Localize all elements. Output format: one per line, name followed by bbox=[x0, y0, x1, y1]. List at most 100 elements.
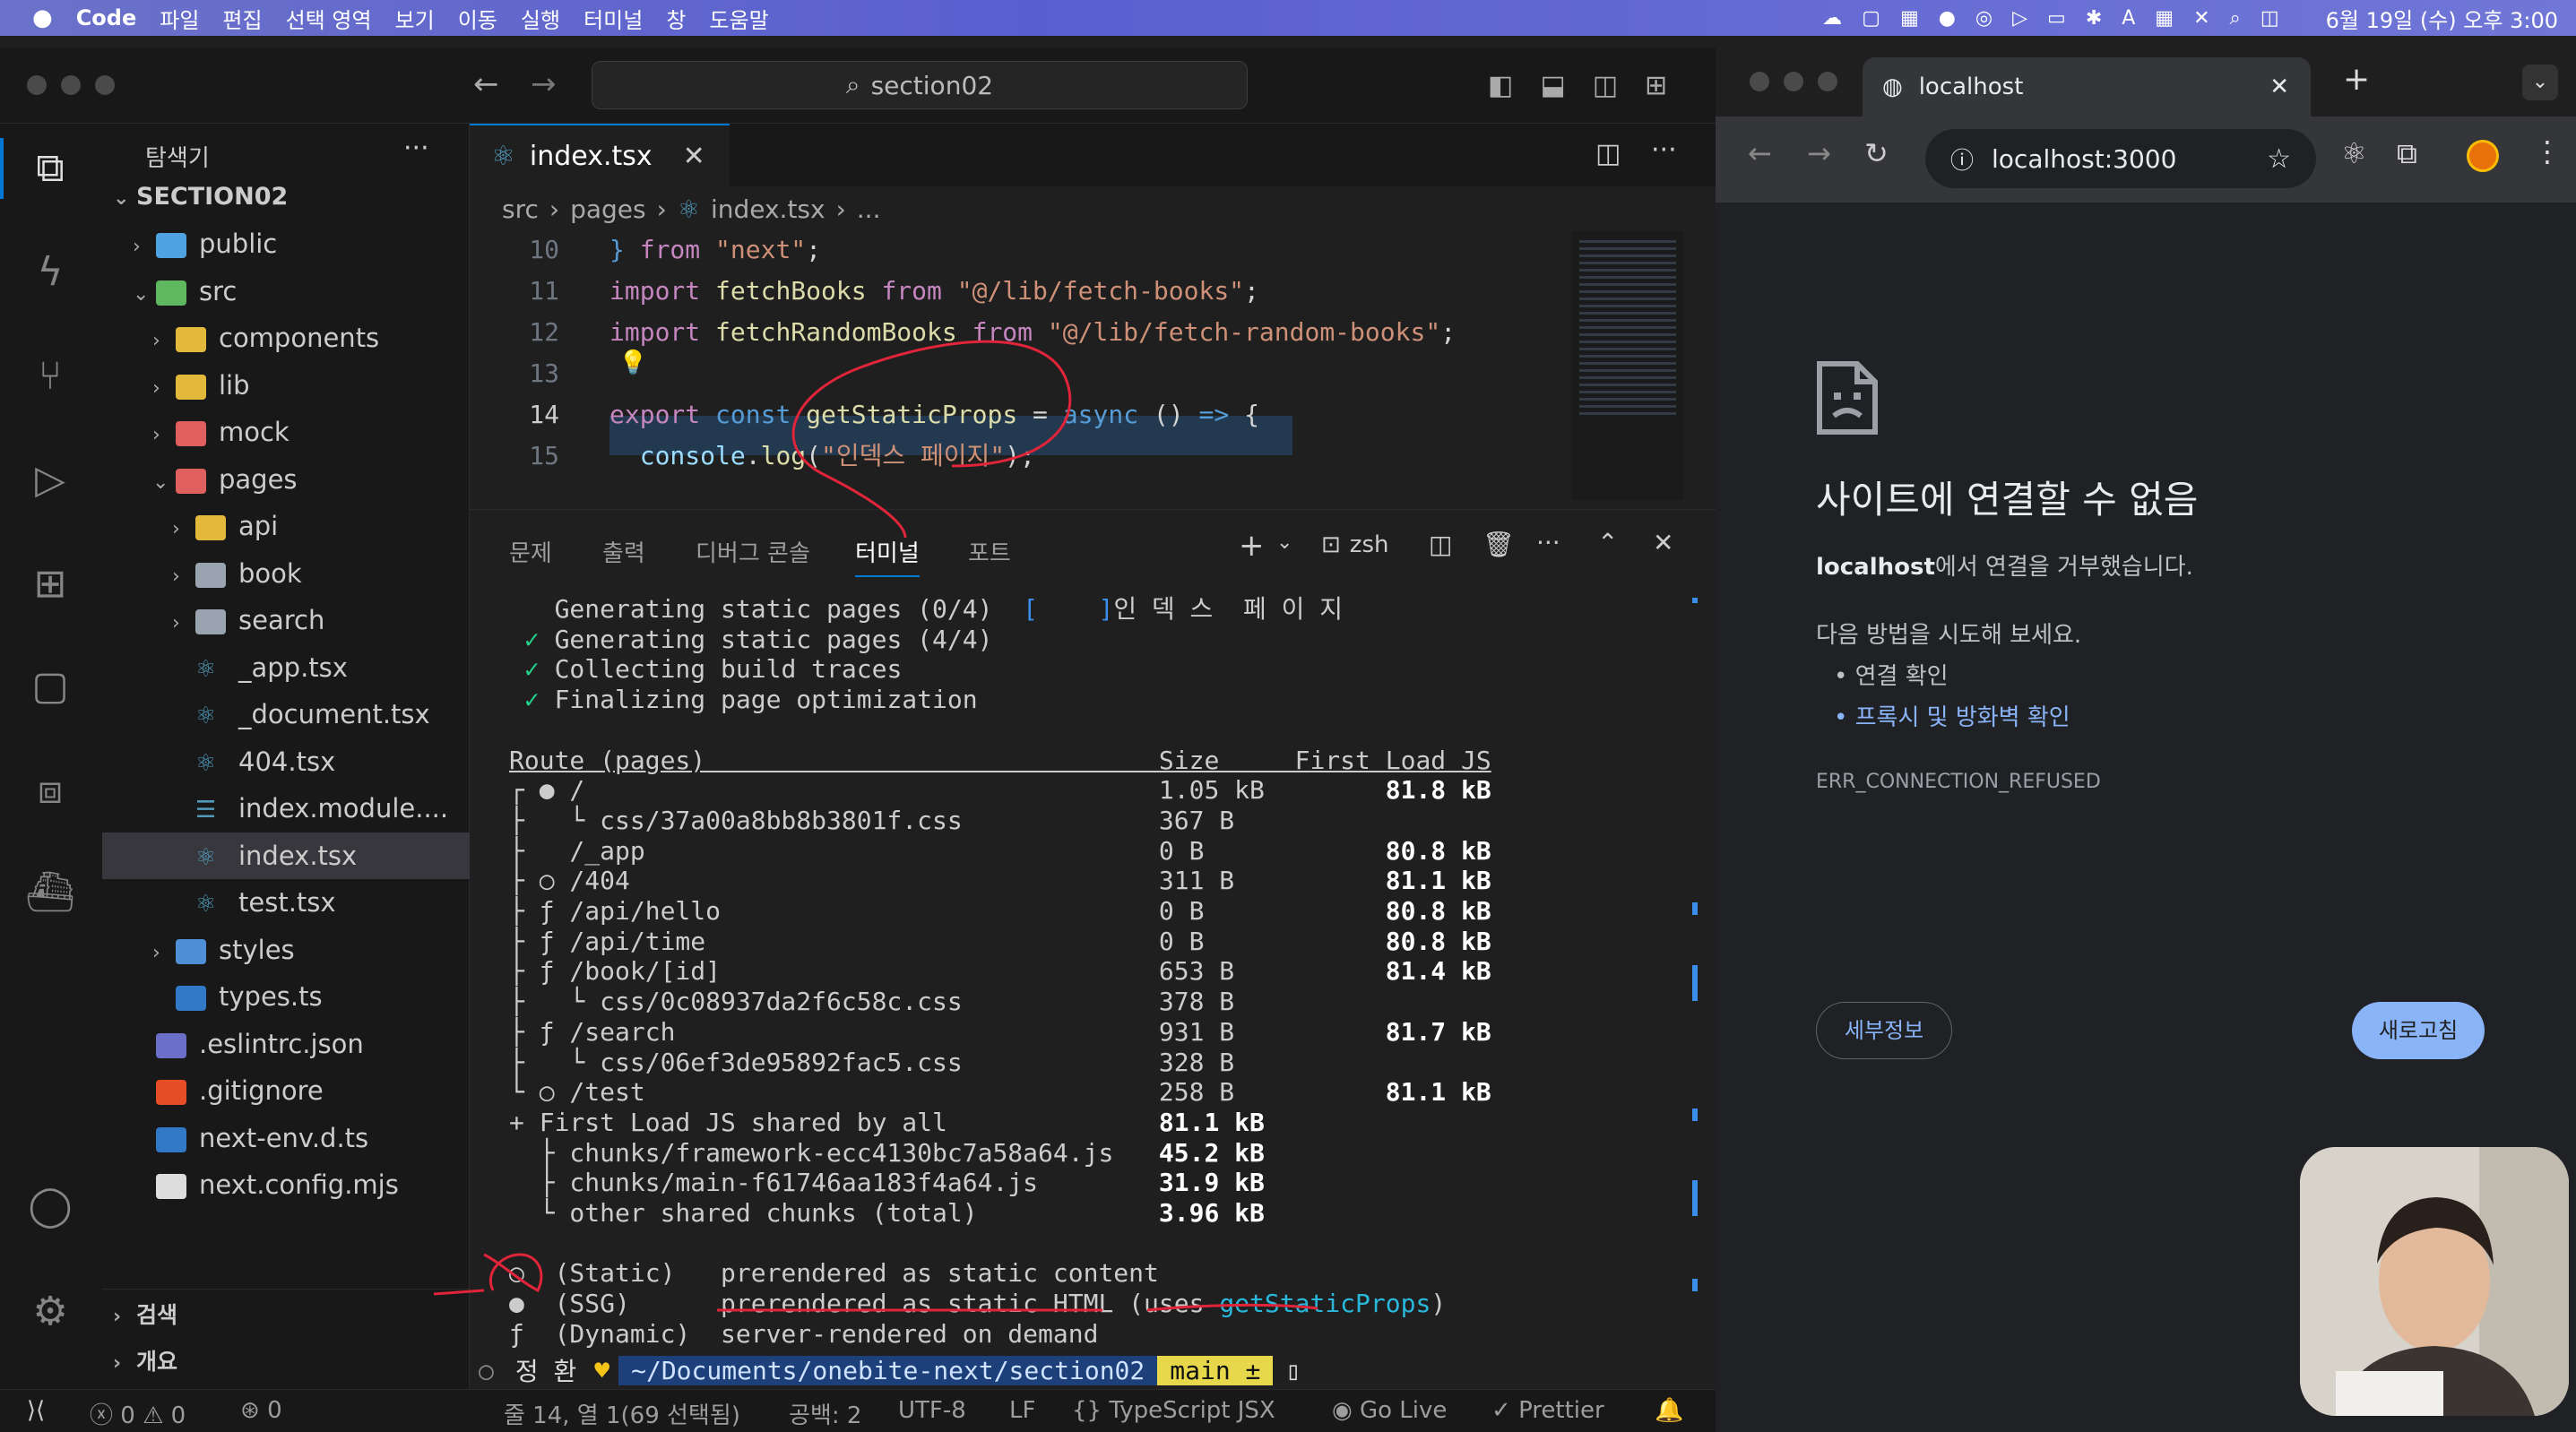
menu-item[interactable]: 보기 bbox=[395, 3, 435, 34]
breadcrumb-item[interactable]: index.tsx bbox=[711, 194, 826, 224]
profile-avatar[interactable] bbox=[2467, 140, 2499, 172]
indentation[interactable]: 공백: 2 bbox=[789, 1397, 861, 1430]
panel-more-icon[interactable]: ··· bbox=[1536, 528, 1560, 557]
account-icon[interactable]: ◯ bbox=[25, 1181, 75, 1231]
tree-item[interactable]: ⚛ _app.tsx bbox=[172, 644, 348, 691]
close-panel-icon[interactable]: ✕ bbox=[1653, 528, 1673, 557]
language-mode[interactable]: {} TypeScript JSX bbox=[1072, 1397, 1275, 1424]
menu-item[interactable]: 파일 bbox=[160, 3, 199, 34]
reload-icon[interactable]: ↻ bbox=[1864, 136, 1889, 170]
menu-item[interactable]: 편집 bbox=[222, 3, 262, 34]
reload-button[interactable]: 새로고침 bbox=[2352, 1002, 2485, 1059]
terminal-output[interactable]: Generating static pages (0/4) [ ]인 덱 스 페… bbox=[470, 589, 1716, 1399]
layout-toggle-icons[interactable]: ◧⬓◫⊞ bbox=[1488, 70, 1694, 101]
extensions-puzzle-icon[interactable]: ⧉ bbox=[2397, 136, 2417, 171]
menu-item[interactable]: 도움말 bbox=[709, 3, 768, 34]
remote-explorer-icon[interactable]: ▢ bbox=[25, 661, 75, 712]
docker-icon[interactable]: ⛴ bbox=[25, 867, 75, 918]
tree-item[interactable]: .gitignore bbox=[133, 1067, 324, 1114]
terminal-scrollbar[interactable] bbox=[1692, 589, 1701, 1395]
close-tab-icon[interactable]: ✕ bbox=[2269, 73, 2289, 100]
menu-item[interactable]: 선택 영역 bbox=[286, 3, 372, 34]
panel-tab[interactable]: 문제 bbox=[509, 535, 552, 568]
encoding[interactable]: UTF-8 bbox=[898, 1397, 966, 1424]
forward-arrow-icon[interactable]: → bbox=[1807, 136, 1831, 170]
notifications-bell-icon[interactable]: 🔔 bbox=[1655, 1397, 1683, 1424]
breadcrumb-item[interactable]: pages bbox=[570, 194, 646, 224]
trash-icon[interactable]: 🗑 bbox=[1482, 530, 1515, 559]
panel-tab[interactable]: 디버그 콘솔 bbox=[696, 535, 810, 568]
explorer-icon[interactable]: ⧉ bbox=[25, 143, 75, 194]
tree-item[interactable]: › lib bbox=[152, 362, 250, 409]
ports-indicator[interactable]: ⊛ 0 bbox=[240, 1397, 282, 1424]
minimize-window-button[interactable] bbox=[1784, 72, 1803, 91]
minimap[interactable] bbox=[1572, 231, 1683, 500]
tree-item[interactable]: types.ts bbox=[152, 973, 323, 1020]
sidebar-section[interactable]: › 개요 bbox=[113, 1339, 177, 1385]
lightbulb-icon[interactable]: 💡 bbox=[618, 349, 647, 376]
panel-tab[interactable]: 포트 bbox=[968, 535, 1011, 568]
remote-indicator-icon[interactable]: ⟩⟨ bbox=[0, 1390, 72, 1432]
breadcrumb-item[interactable]: src bbox=[502, 194, 539, 224]
settings-gear-icon[interactable]: ⚙ bbox=[25, 1287, 75, 1337]
panel-tab[interactable]: 출력 bbox=[602, 535, 645, 568]
tree-item[interactable]: ⚛ index.tsx bbox=[102, 832, 470, 879]
workspace-root[interactable]: ⌄ SECTION02 bbox=[113, 174, 288, 220]
tree-item[interactable]: ⚛ test.tsx bbox=[172, 879, 336, 926]
close-window-button[interactable] bbox=[1750, 72, 1769, 91]
problems-indicator[interactable]: ⓧ 0 ⚠ 0 bbox=[90, 1397, 186, 1430]
forward-arrow-icon[interactable]: → bbox=[531, 66, 557, 102]
zoom-window-button[interactable] bbox=[1818, 72, 1837, 91]
go-live-button[interactable]: ◉ Go Live bbox=[1332, 1397, 1447, 1424]
editor-more-icon[interactable]: ··· bbox=[1651, 134, 1677, 166]
zoom-window-button[interactable] bbox=[95, 75, 115, 95]
menu-item[interactable]: 실행 bbox=[521, 3, 560, 34]
tree-item[interactable]: ⚛ _document.tsx bbox=[172, 691, 430, 738]
tree-item[interactable]: ⌄ src bbox=[133, 268, 237, 315]
menu-item[interactable]: 터미널 bbox=[583, 3, 643, 34]
site-info-icon[interactable]: ⓘ bbox=[1950, 142, 1974, 176]
bookmark-star-icon[interactable]: ☆ bbox=[2267, 143, 2291, 175]
tree-item[interactable]: ⌄ pages bbox=[152, 456, 298, 503]
tree-item[interactable]: ☰ index.module.... bbox=[172, 785, 448, 832]
chevron-down-icon[interactable]: ⌄ bbox=[1276, 531, 1292, 554]
tree-item[interactable]: › styles bbox=[152, 927, 295, 973]
terminal-shell-selector[interactable]: ⊡ zsh bbox=[1321, 531, 1388, 558]
lightning-icon[interactable]: ϟ bbox=[25, 247, 75, 298]
panel-tab[interactable]: 터미널 bbox=[855, 535, 920, 577]
tab-index-tsx[interactable]: ⚛ index.tsx ✕ bbox=[470, 124, 730, 186]
more-actions-icon[interactable]: ··· bbox=[403, 133, 429, 164]
tree-item[interactable]: › components bbox=[152, 315, 379, 361]
new-terminal-icon[interactable]: + bbox=[1239, 528, 1265, 564]
address-bar[interactable]: ⓘ localhost:3000 ☆ bbox=[1925, 129, 2316, 188]
react-devtools-icon[interactable]: ⚛ bbox=[2341, 136, 2367, 170]
menu-item[interactable]: 이동 bbox=[458, 3, 497, 34]
code-editor[interactable]: 10} from "next"; 11 import fetchBooks from… bbox=[470, 231, 1716, 509]
tree-item[interactable]: next-env.d.ts bbox=[133, 1115, 368, 1161]
source-control-icon[interactable]: ⑂ bbox=[25, 351, 75, 401]
tree-item[interactable]: › api bbox=[172, 503, 278, 549]
suggestion-proxy-link[interactable]: • 프록시 및 방화벽 확인 bbox=[1834, 699, 2070, 732]
minimize-window-button[interactable] bbox=[61, 75, 81, 95]
sidebar-section[interactable]: › 검색 bbox=[113, 1292, 177, 1339]
back-arrow-icon[interactable]: ← bbox=[1748, 136, 1772, 170]
back-arrow-icon[interactable]: ← bbox=[473, 66, 499, 102]
details-button[interactable]: 세부정보 bbox=[1816, 1002, 1952, 1059]
close-tab-icon[interactable]: ✕ bbox=[683, 141, 705, 172]
new-tab-icon[interactable]: + bbox=[2343, 61, 2370, 98]
maximize-panel-icon[interactable]: ⌃ bbox=[1597, 528, 1618, 557]
tree-item[interactable]: › book bbox=[172, 550, 302, 597]
command-center-search[interactable]: ⌕ section02 bbox=[592, 61, 1248, 109]
split-editor-icon[interactable]: ◫ bbox=[1595, 138, 1621, 169]
tree-item[interactable]: › public bbox=[133, 220, 277, 267]
menu-item[interactable]: 창 bbox=[666, 3, 686, 34]
prettier-button[interactable]: ✓ Prettier bbox=[1491, 1397, 1604, 1424]
containers-icon[interactable]: ⧈ bbox=[25, 765, 75, 815]
tree-item[interactable]: .eslintrc.json bbox=[133, 1021, 364, 1067]
tab-search-icon[interactable]: ⌄ bbox=[2522, 65, 2558, 100]
tree-item[interactable]: › mock bbox=[152, 409, 290, 455]
close-window-button[interactable] bbox=[27, 75, 47, 95]
app-menu[interactable]: Code bbox=[76, 5, 137, 30]
eol[interactable]: LF bbox=[1009, 1397, 1035, 1424]
run-debug-icon[interactable]: ▷ bbox=[25, 455, 75, 505]
